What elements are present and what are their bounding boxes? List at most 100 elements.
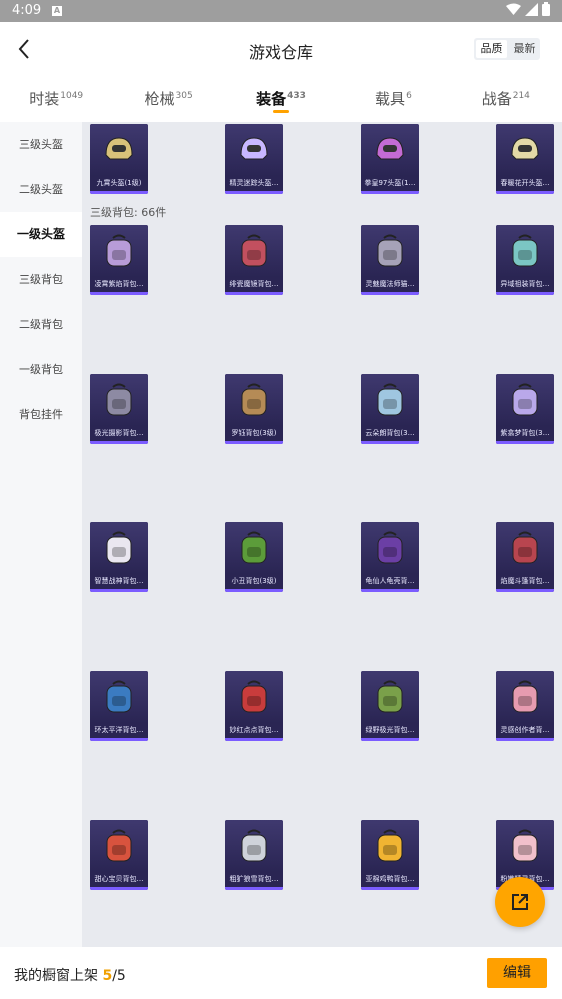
sort-quality[interactable]: 品质 (476, 40, 507, 58)
item-name: 灵感创作者背… (496, 723, 554, 738)
item-image (90, 225, 148, 277)
item-name: 粗犷狼雪背包… (225, 872, 283, 887)
item-card[interactable]: 紫翕梦背包(3… (496, 374, 554, 444)
item-name: 龟仙人龟壳背… (361, 574, 419, 589)
item-image (496, 374, 554, 426)
tab-count: 214 (512, 91, 530, 101)
item-name: 云朵朗背包(3… (361, 426, 419, 441)
item-card[interactable]: 甜心宝贝背包… (90, 820, 148, 890)
item-card[interactable]: 焰魔斗篷背包… (496, 522, 554, 592)
sort-toggle: 品质 最新 (474, 38, 540, 60)
rarity-bar (361, 292, 419, 295)
footer: 我的橱窗上架 5/5 编辑 (0, 947, 562, 999)
item-card[interactable]: 灵感创作者背… (496, 671, 554, 741)
item-name: 春暖花开头盔… (496, 176, 554, 191)
item-card[interactable]: 凌霄紫焰背包… (90, 225, 148, 295)
item-image (90, 124, 148, 176)
rarity-bar (496, 191, 554, 194)
item-name: 极光摄影背包… (90, 426, 148, 441)
item-card[interactable]: 九霄头盔(1级) (90, 124, 148, 194)
item-card[interactable]: 龟仙人龟壳背… (361, 522, 419, 592)
item-card[interactable]: 异域祖装背包… (496, 225, 554, 295)
item-image (225, 671, 283, 723)
sidebar-item-level3-backpack[interactable]: 三级背包 (0, 257, 82, 302)
signal-icon (525, 2, 538, 16)
tab-label: 枪械 (144, 90, 175, 108)
tab-count: 305 (175, 91, 193, 101)
battery-icon (542, 2, 550, 16)
sidebar-item-level1-helmet[interactable]: 一级头盔 (0, 212, 82, 257)
sidebar-item-level3-helmet[interactable]: 三级头盔 (0, 122, 82, 167)
tab-equipment[interactable]: 装备433 (225, 76, 337, 122)
rarity-bar (90, 292, 148, 295)
rarity-bar (496, 589, 554, 592)
tab-count: 6 (406, 91, 412, 101)
item-card[interactable]: 拳皇97头盔(1… (361, 124, 419, 194)
rarity-bar (361, 441, 419, 444)
rarity-bar (225, 191, 283, 194)
external-link-icon (512, 894, 528, 910)
item-image (225, 225, 283, 277)
item-card[interactable]: 精灵迷踪头盔… (225, 124, 283, 194)
rarity-bar (90, 589, 148, 592)
edit-button[interactable]: 编辑 (487, 958, 547, 988)
item-card[interactable]: 罗钰背包(3级) (225, 374, 283, 444)
item-image (496, 124, 554, 176)
rarity-bar (90, 191, 148, 194)
tab-fashion[interactable]: 时装1049 (0, 76, 112, 122)
rarity-bar (496, 441, 554, 444)
tab-label: 载具 (375, 90, 406, 108)
item-name: 环太平洋背包… (90, 723, 148, 738)
item-card[interactable]: 智慧战神背包… (90, 522, 148, 592)
rarity-bar (90, 887, 148, 890)
item-card[interactable]: 环太平洋背包… (90, 671, 148, 741)
item-image (361, 522, 419, 574)
item-card[interactable]: 妙红点点背包… (225, 671, 283, 741)
item-card[interactable]: 绿野极光背包… (361, 671, 419, 741)
rarity-bar (225, 887, 283, 890)
item-name: 精灵迷踪头盔… (225, 176, 283, 191)
tab-count: 433 (287, 91, 306, 101)
share-button[interactable] (495, 877, 545, 927)
item-card[interactable]: 亚棉鸡鸭背包… (361, 820, 419, 890)
tab-supplies[interactable]: 战备214 (450, 76, 562, 122)
item-name: 小丑背包(3级) (225, 574, 283, 589)
item-image (225, 374, 283, 426)
header: 游戏仓库 品质 最新 (0, 22, 562, 76)
item-card[interactable]: 小丑背包(3级) (225, 522, 283, 592)
item-card[interactable]: 云朵朗背包(3… (361, 374, 419, 444)
rarity-bar (225, 738, 283, 741)
item-grid: 三级背包: 66件 九霄头盔(1级) 精灵迷踪头盔… 拳皇97头盔(1… 春暖花开头盔… (82, 122, 562, 947)
item-image (496, 820, 554, 872)
notification-icon: A (52, 6, 62, 16)
item-name: 罗钰背包(3级) (225, 426, 283, 441)
tab-guns[interactable]: 枪械305 (112, 76, 224, 122)
item-name: 灵魅魔法师猫… (361, 277, 419, 292)
item-image (361, 124, 419, 176)
showcase-current: 5 (102, 968, 113, 984)
sidebar-item-level2-helmet[interactable]: 二级头盔 (0, 167, 82, 212)
tab-vehicles[interactable]: 载具6 (337, 76, 449, 122)
item-name: 绯瓷魔镜背包… (225, 277, 283, 292)
status-icons (506, 2, 550, 16)
item-name: 亚棉鸡鸭背包… (361, 872, 419, 887)
item-card[interactable]: 粗犷狼雪背包… (225, 820, 283, 890)
sort-newest[interactable]: 最新 (509, 38, 540, 60)
item-card[interactable]: 极光摄影背包… (90, 374, 148, 444)
category-tabs: 时装1049 枪械305 装备433 载具6 战备214 (0, 76, 562, 122)
item-image (361, 671, 419, 723)
sidebar: 三级头盔 二级头盔 一级头盔 三级背包 二级背包 一级背包 背包挂件 (0, 122, 82, 947)
rarity-bar (496, 738, 554, 741)
tab-label: 战备 (481, 90, 512, 108)
sidebar-item-level2-backpack[interactable]: 二级背包 (0, 302, 82, 347)
sidebar-item-level1-backpack[interactable]: 一级背包 (0, 347, 82, 392)
item-image (361, 225, 419, 277)
item-name: 绿野极光背包… (361, 723, 419, 738)
item-card[interactable]: 绯瓷魔镜背包… (225, 225, 283, 295)
item-card[interactable]: 春暖花开头盔… (496, 124, 554, 194)
item-card[interactable]: 灵魅魔法师猫… (361, 225, 419, 295)
status-time: 4:09 (12, 3, 42, 18)
item-image (90, 374, 148, 426)
item-name: 妙红点点背包… (225, 723, 283, 738)
sidebar-item-backpack-charm[interactable]: 背包挂件 (0, 392, 82, 437)
